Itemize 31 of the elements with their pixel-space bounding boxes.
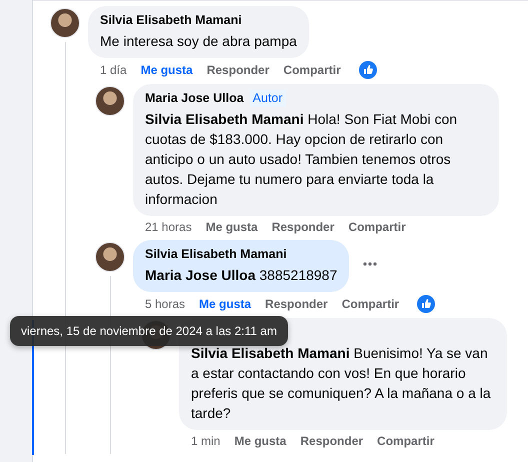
date-tooltip: viernes, 15 de noviembre de 2024 a las 2:11 am	[10, 316, 288, 346]
like-button[interactable]: Me gusta	[234, 433, 286, 449]
comment-text: Maria Jose Ulloa 3885218987	[145, 266, 338, 285]
reply-button[interactable]: Responder	[272, 219, 334, 235]
timestamp-link[interactable]: 5 horas	[145, 296, 186, 312]
author-name[interactable]: Silvia Elisabeth Mamani	[100, 12, 242, 29]
more-options-icon[interactable]	[363, 262, 378, 266]
avatar[interactable]	[95, 86, 125, 116]
like-button[interactable]: Me gusta	[206, 219, 258, 235]
author-badge: Autor	[250, 90, 286, 107]
reply-button[interactable]: Responder	[206, 62, 270, 78]
reply-button[interactable]: Responder	[300, 433, 364, 449]
like-button[interactable]: Me gusta	[140, 62, 193, 78]
share-button[interactable]: Compartir	[342, 296, 400, 312]
share-button[interactable]: Compartir	[283, 62, 341, 78]
timestamp-link[interactable]: 1 min	[191, 433, 220, 449]
timestamp-link[interactable]: 21 horas	[145, 219, 192, 235]
author-name[interactable]: Silvia Elisabeth Mamani	[145, 246, 287, 263]
comment-text: Silvia Elisabeth Mamani Buenisimo! Ya se van a estar contactando con vos! En que horario preferis que se comuniquen? A la mañana o a la tarde?	[191, 344, 492, 423]
like-reaction-icon[interactable]	[358, 61, 377, 79]
like-button[interactable]: Me gusta	[199, 296, 252, 312]
comment-text: Me interesa soy de abra pampa	[100, 32, 297, 51]
reply-button[interactable]: Responder	[265, 296, 328, 312]
avatar[interactable]	[95, 242, 125, 272]
share-button[interactable]: Compartir	[348, 219, 406, 235]
comment-text: Silvia Elisabeth Mamani Hola! Son Fiat Mobi con cuotas de $183.000. Hay opcion de retirarlo con anticipo o un auto usado! Tambien tenemos otros autos. Dejame tu numero para enviarte toda la informacion	[145, 110, 458, 209]
avatar[interactable]	[50, 8, 80, 38]
timestamp-link[interactable]: 1 día	[100, 62, 127, 78]
author-name[interactable]: Maria Jose Ulloa	[145, 90, 244, 107]
like-reaction-icon[interactable]	[417, 295, 436, 313]
share-button[interactable]: Compartir	[377, 433, 434, 449]
